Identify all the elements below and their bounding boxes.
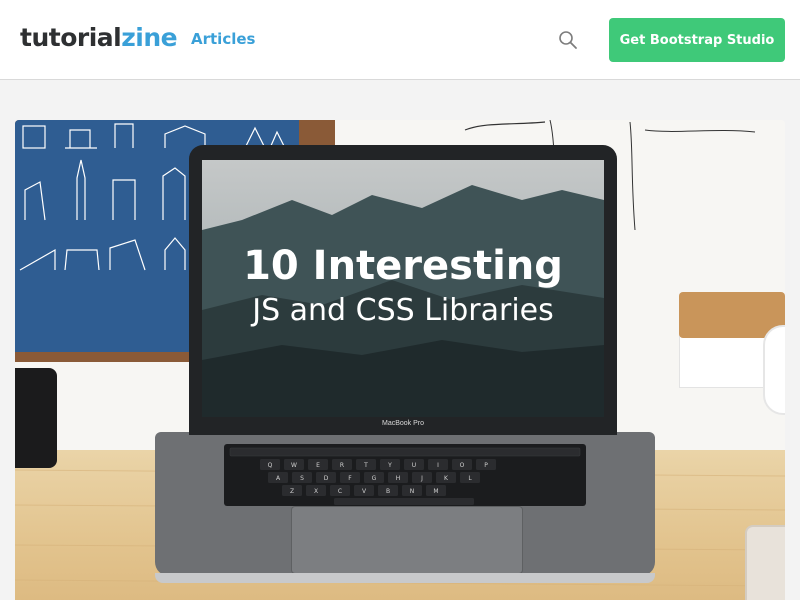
laptop-screen: 10 Interesting JS and CSS Libraries [202, 160, 604, 417]
nav-articles-link[interactable]: Articles [191, 29, 255, 49]
key-label: P [484, 462, 488, 469]
key-label: D [324, 475, 329, 482]
key-label: B [386, 488, 390, 495]
hero-title: 10 Interesting [243, 243, 563, 289]
laptop-model-label: MacBook Pro [381, 420, 425, 427]
logo-text-accent: zine [121, 23, 178, 52]
key-label: I [437, 462, 439, 469]
key-space [334, 498, 474, 505]
key-label: W [291, 462, 297, 469]
laptop-front-edge [155, 573, 655, 583]
key-label: N [410, 488, 415, 495]
key-label: F [348, 475, 352, 482]
key-label: J [420, 475, 423, 482]
site-logo[interactable]: tutorialzine [20, 22, 178, 54]
hero-subtitle: JS and CSS Libraries [252, 293, 554, 328]
mug [763, 325, 785, 415]
key-label: T [363, 462, 368, 469]
laptop-keyboard: QWERTYUIOPASDFGHJKLZXCVBNM [224, 444, 586, 506]
keyboard-keys: Q W E R T Y U I O PA S D F G H J K LZ X C V B N M [229, 447, 581, 505]
laptop-trackpad [291, 506, 523, 574]
key-label: M [433, 488, 438, 495]
hero-featured-image[interactable]: QWERTYUIOPASDFGHJKLZXCVBNM 10 Interestin… [15, 120, 785, 600]
key-label: U [412, 462, 416, 469]
search-icon [559, 31, 577, 49]
key-label: R [340, 462, 344, 469]
search-button[interactable] [556, 28, 580, 52]
key-label: C [338, 488, 342, 495]
key-label: E [316, 462, 320, 469]
key-label: X [314, 488, 318, 495]
site-header: tutorialzine Articles Get Bootstrap Stud… [0, 0, 800, 80]
key-label: Q [268, 462, 273, 469]
key-label: H [396, 475, 401, 482]
camera-lens [15, 368, 57, 468]
smartphone [745, 525, 785, 600]
get-bootstrap-studio-button[interactable]: Get Bootstrap Studio [609, 18, 785, 62]
key-label: G [372, 475, 377, 482]
key-label: O [460, 462, 465, 469]
key-label: S [300, 475, 304, 482]
logo-text-primary: tutorial [20, 23, 122, 52]
key-label: Z [290, 488, 294, 495]
key-label: Y [387, 462, 392, 469]
